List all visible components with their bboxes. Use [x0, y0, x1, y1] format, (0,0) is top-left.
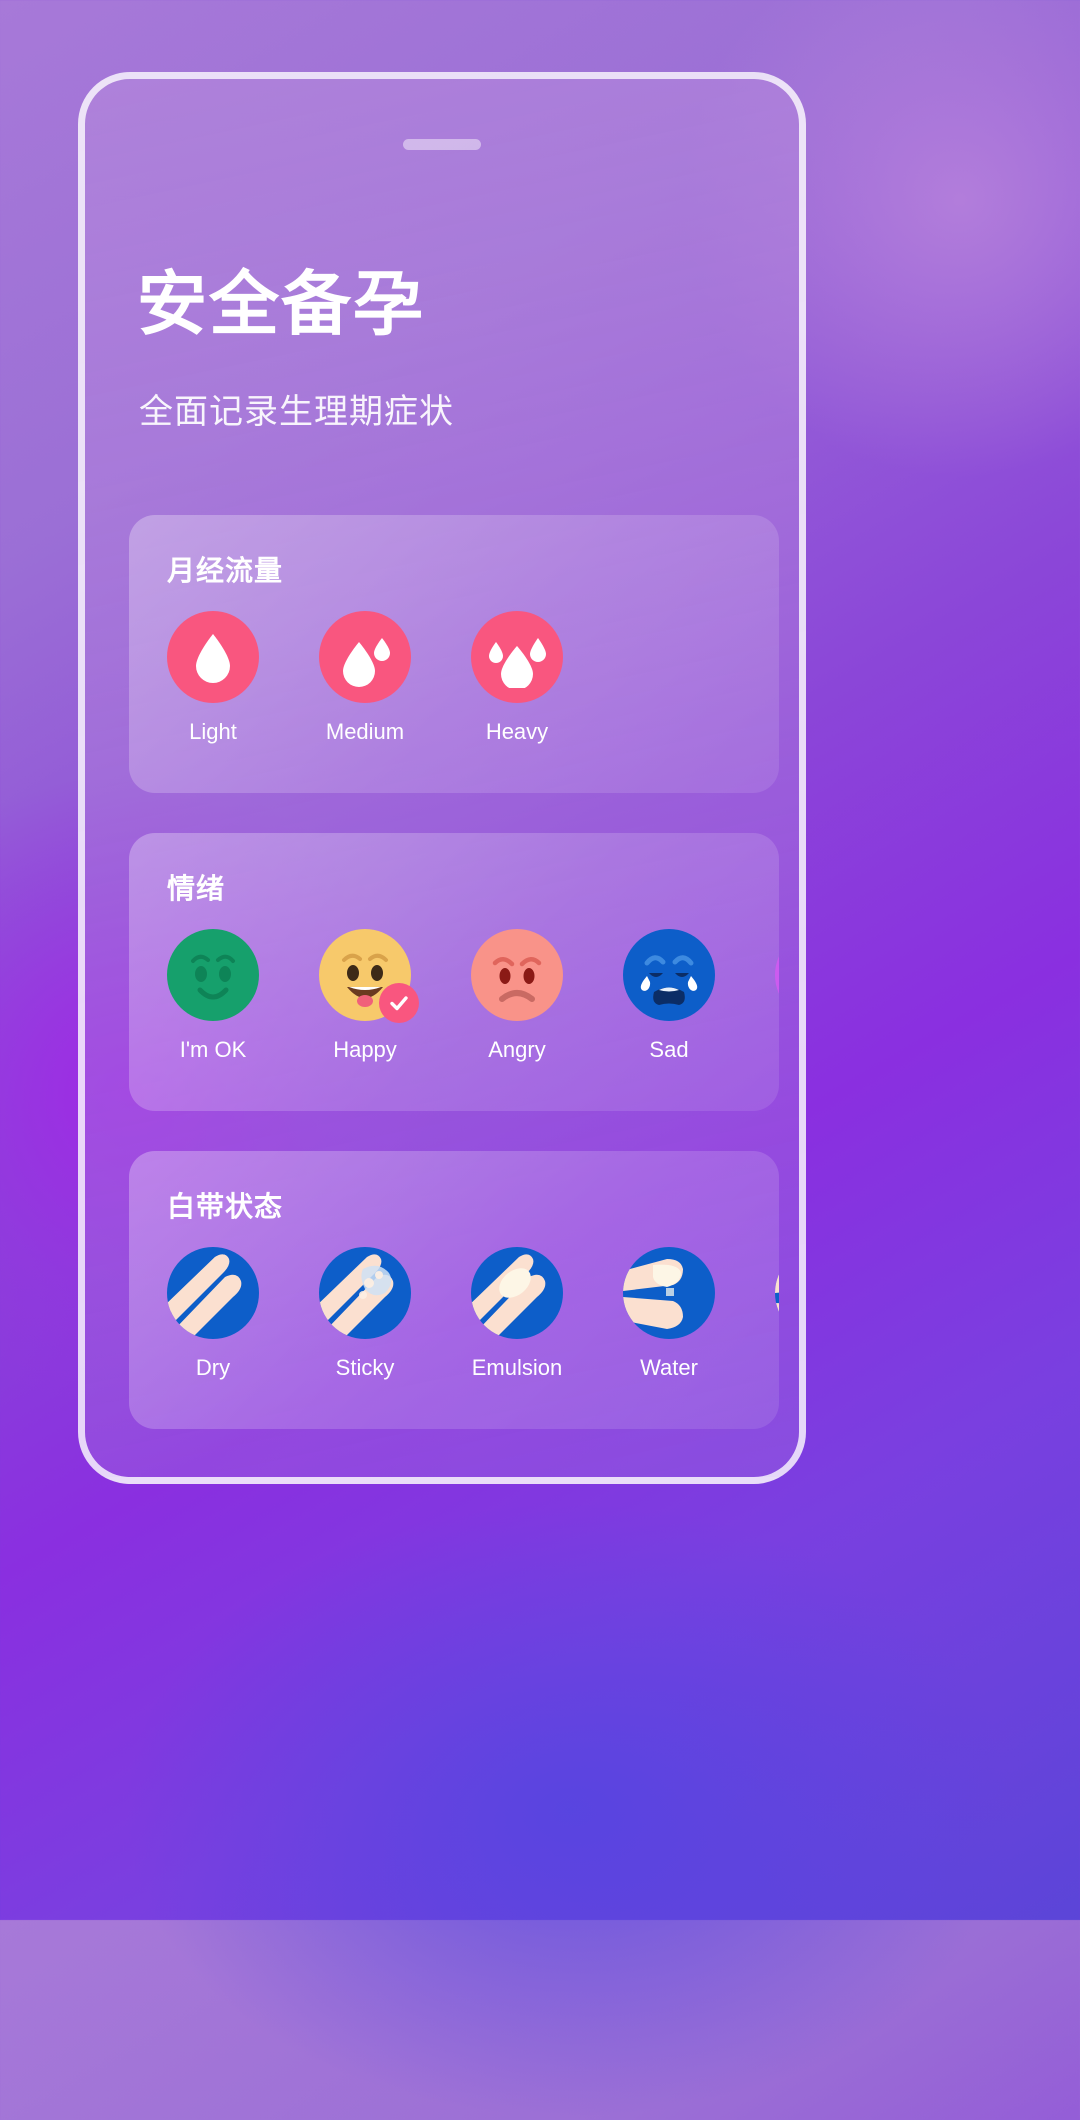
fingers-water-icon — [623, 1247, 715, 1339]
flow-option-light-label: Light — [189, 719, 237, 744]
flow-option-medium-label: Medium — [325, 719, 405, 744]
mood-option-im-ok[interactable]: I'm OK — [167, 929, 259, 1063]
mood-option-sad[interactable]: Sad — [623, 929, 715, 1063]
face-neutral-smile-icon — [167, 929, 259, 1021]
card-mood: 情绪 I'm OK Happy Angry Sad — [129, 833, 779, 1111]
card-title-menstrual-flow: 月经流量 — [167, 555, 284, 586]
face-crying-icon — [623, 929, 715, 1021]
fingers-sticky-icon — [319, 1247, 411, 1339]
mood-option-angry-label: Angry — [488, 1037, 546, 1062]
mood-option-happy-label: Happy — [333, 1037, 397, 1062]
mood-option-row: I'm OK Happy Angry Sad — [167, 929, 779, 1063]
discharge-option-water[interactable]: Water — [623, 1247, 715, 1381]
fingers-albumen-icon — [775, 1247, 779, 1339]
face-angry-icon — [471, 929, 563, 1021]
mood-option-im-ok-label: I'm OK — [179, 1037, 247, 1062]
flow-option-heavy[interactable]: Heavy — [471, 611, 563, 745]
card-discharge-status: 白带状态 Dry Sticky Emulsion Water — [129, 1151, 779, 1429]
discharge-option-water-label: Water — [640, 1355, 698, 1380]
discharge-option-row: Dry Sticky Emulsion Water — [167, 1247, 779, 1381]
drop-single-icon — [167, 611, 259, 703]
drop-double-icon — [319, 611, 411, 703]
card-menstrual-flow: 月经流量 Light Medium Heavy — [129, 515, 779, 793]
discharge-option-dry[interactable]: Dry — [167, 1247, 259, 1381]
flow-option-light[interactable]: Light — [167, 611, 259, 745]
flow-option-medium[interactable]: Medium — [319, 611, 411, 745]
phone-frame: 安全备孕 全面记录生理期症状 月经流量 Light Medium Heavy 情… — [78, 72, 806, 1484]
discharge-option-emulsion[interactable]: Emulsion — [471, 1247, 563, 1381]
discharge-option-sticky-label: Sticky — [335, 1355, 395, 1380]
mood-option-angry[interactable]: Angry — [471, 929, 563, 1063]
flow-option-row: Light Medium Heavy — [167, 611, 779, 745]
selected-check-badge — [379, 983, 419, 1023]
mood-option-sad-label: Sad — [649, 1037, 689, 1062]
speaker-pill — [403, 139, 481, 150]
background-glow-bottom — [120, 1500, 1020, 2120]
mood-option-happy[interactable]: Happy — [319, 929, 419, 1063]
page-subtitle: 全面记录生理期症状 — [139, 393, 454, 431]
discharge-option-albumen[interactable]: Al — [775, 1247, 779, 1381]
card-title-discharge-status: 白带状态 — [167, 1191, 284, 1222]
card-title-mood: 情绪 — [167, 873, 226, 904]
page-title: 安全备孕 — [137, 265, 425, 343]
discharge-option-dry-label: Dry — [195, 1355, 231, 1380]
mood-option-extra[interactable] — [775, 929, 779, 1063]
face-extra-icon — [775, 929, 779, 1021]
face-happy-icon — [319, 929, 419, 1023]
discharge-option-sticky[interactable]: Sticky — [319, 1247, 411, 1381]
drop-triple-icon — [471, 611, 563, 703]
discharge-option-emulsion-label: Emulsion — [471, 1355, 563, 1380]
flow-option-heavy-label: Heavy — [485, 719, 549, 744]
fingers-emulsion-icon — [471, 1247, 563, 1339]
fingers-dry-icon — [167, 1247, 259, 1339]
